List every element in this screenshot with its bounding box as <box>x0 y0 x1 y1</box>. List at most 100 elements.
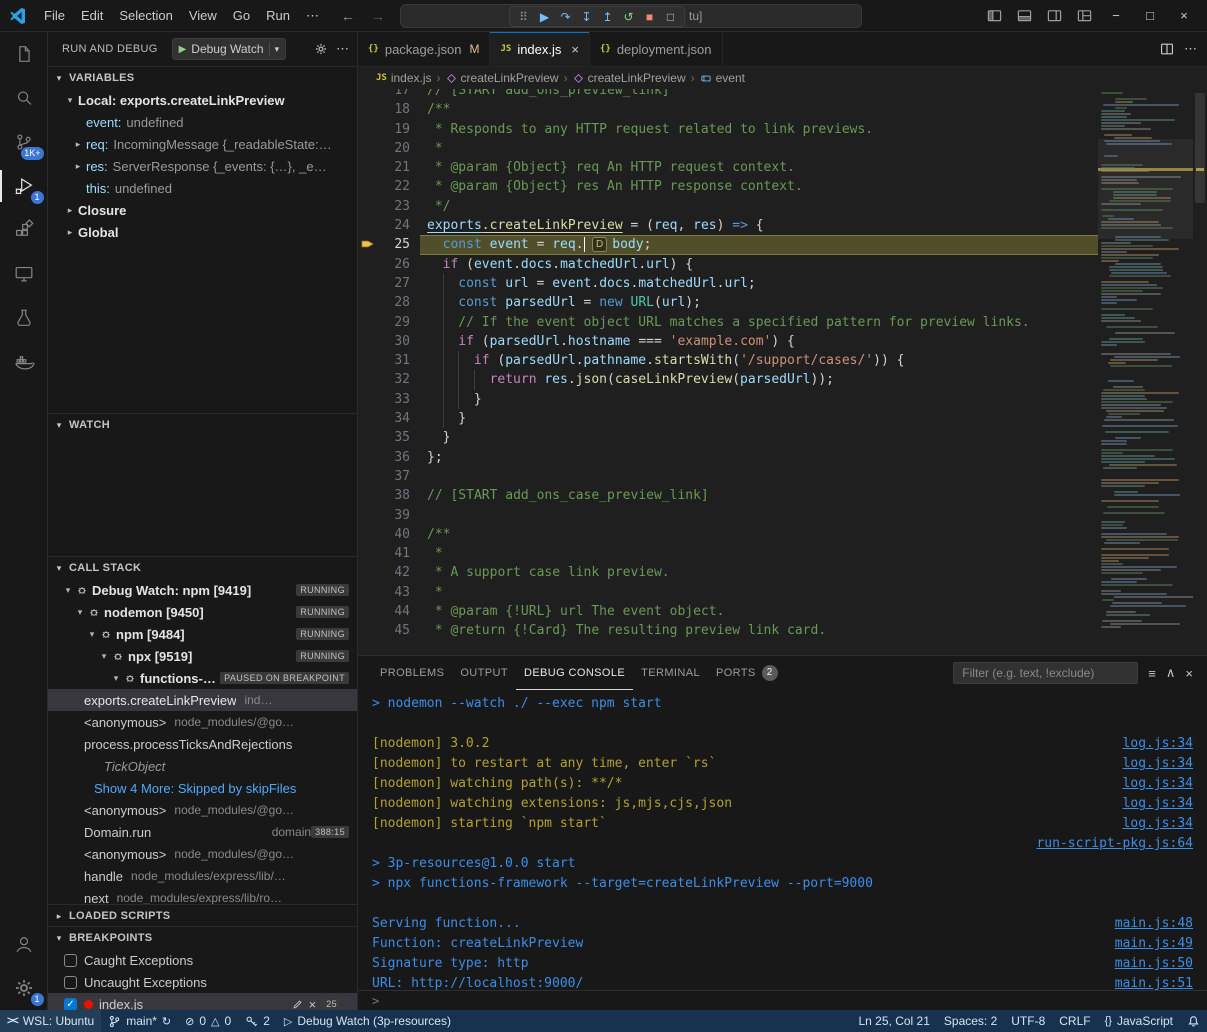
line-number[interactable]: 24 <box>358 216 420 235</box>
console-source-link[interactable]: log.js:34 <box>1123 754 1193 774</box>
activity-extensions[interactable] <box>0 208 48 252</box>
line-number[interactable]: 32 <box>358 370 420 389</box>
stack-frame-row[interactable]: TickObject <box>48 755 357 777</box>
menu-run[interactable]: Run <box>258 8 298 23</box>
console-output[interactable]: > nodemon --watch ./ --exec npm start [n… <box>358 690 1207 990</box>
line-number[interactable]: 27 <box>358 274 420 293</box>
variables-scope-row[interactable]: ▸Global <box>48 221 357 243</box>
stack-frame-row[interactable]: <anonymous>node_modules/@go… <box>48 843 357 865</box>
show-more-frames-link[interactable]: Show 4 More: Skipped by skipFiles <box>48 777 357 799</box>
line-number[interactable]: 18 <box>358 100 420 119</box>
stack-frame-row[interactable]: process.processTicksAndRejections <box>48 733 357 755</box>
code-line[interactable]: if (parsedUrl.pathname.startsWith('/supp… <box>420 351 1098 370</box>
line-number[interactable]: 26 <box>358 255 420 274</box>
maximize-button[interactable]: □ <box>1135 1 1165 31</box>
code-line[interactable]: * <box>420 583 1098 602</box>
panel-tab-terminal[interactable]: TERMINAL <box>633 656 708 690</box>
breadcrumb-item[interactable]: createLinkPreview <box>446 71 559 85</box>
code-line[interactable]: if (parsedUrl.hostname === 'example.com'… <box>420 332 1098 351</box>
continue-icon[interactable]: ▶ <box>535 8 554 26</box>
editor-more-actions-icon[interactable]: ⋯ <box>1184 41 1197 57</box>
code-line[interactable]: const url = event.docs.matchedUrl.url; <box>420 274 1098 293</box>
line-number[interactable]: 36 <box>358 448 420 467</box>
breakpoint-checkbox[interactable]: ✓ <box>64 998 77 1011</box>
code-line[interactable]: } <box>420 409 1098 428</box>
remote-indicator[interactable]: ><WSL: Ubuntu <box>0 1010 101 1032</box>
stack-frame-row[interactable]: handlenode_modules/express/lib/… <box>48 865 357 887</box>
activity-explorer[interactable] <box>0 32 48 76</box>
code-line[interactable]: if (event.docs.matchedUrl.url) { <box>420 255 1098 274</box>
code-line[interactable]: const parsedUrl = new URL(url); <box>420 293 1098 312</box>
loaded-scripts-header[interactable]: ▸LOADED SCRIPTS <box>48 905 357 926</box>
console-source-link[interactable]: log.js:34 <box>1123 794 1193 814</box>
code-line[interactable]: // [START add_ons_case_preview_link] <box>420 486 1098 505</box>
panel-tab-ports[interactable]: PORTS2 <box>708 656 786 690</box>
line-number[interactable]: 29 <box>358 313 420 332</box>
stack-frame-row[interactable]: <anonymous>node_modules/@go… <box>48 711 357 733</box>
notifications[interactable] <box>1180 1010 1207 1032</box>
code-line[interactable]: * <box>420 139 1098 158</box>
ports-status[interactable]: 2 <box>238 1010 277 1032</box>
code-line[interactable]: /** <box>420 100 1098 119</box>
line-number[interactable]: 23 <box>358 197 420 216</box>
code-line[interactable] <box>420 467 1098 486</box>
line-number[interactable]: 33 <box>358 390 420 409</box>
line-number[interactable]: 22 <box>358 177 420 196</box>
close-button[interactable]: × <box>1169 1 1199 31</box>
scrollbar-thumb[interactable] <box>1195 93 1205 203</box>
code-line[interactable]: * @return {!Card} The resulting preview … <box>420 621 1098 640</box>
code-line[interactable]: } <box>420 390 1098 409</box>
activity-docker[interactable] <box>0 340 48 384</box>
line-number[interactable]: 45 <box>358 621 420 640</box>
breadcrumb-item[interactable]: createLinkPreview <box>573 71 686 85</box>
callstack-session-row[interactable]: ▾npm [9484]RUNNING <box>48 623 357 645</box>
console-source-link[interactable]: main.js:48 <box>1115 914 1193 934</box>
code-line[interactable]: }; <box>420 448 1098 467</box>
tab-index.js[interactable]: JSindex.js× <box>490 32 590 66</box>
more-actions-icon[interactable]: ⋯ <box>336 41 349 57</box>
console-filter-input[interactable] <box>953 662 1138 684</box>
stack-frame-row[interactable]: nextnode_modules/express/lib/ro… <box>48 887 357 904</box>
maximize-panel-icon[interactable]: ∧ <box>1166 665 1176 681</box>
code-line[interactable]: * @param {Object} res An HTTP response c… <box>420 177 1098 196</box>
stack-frame-row[interactable]: <anonymous>node_modules/@go… <box>48 799 357 821</box>
problems-status[interactable]: ⊘0△0 <box>178 1010 238 1032</box>
variables-header[interactable]: ▾VARIABLES <box>48 67 357 89</box>
code-line[interactable]: /** <box>420 525 1098 544</box>
tab-package.json[interactable]: {}package.jsonM <box>358 32 490 66</box>
code-line[interactable]: exports.createLinkPreview = (req, res) =… <box>420 216 1098 235</box>
branch-status[interactable]: main*↻ <box>101 1010 178 1032</box>
code-line[interactable]: */ <box>420 197 1098 216</box>
edit-breakpoint-icon[interactable] <box>292 999 303 1010</box>
step-out-icon[interactable]: ↥ <box>598 8 617 26</box>
minimap[interactable] <box>1098 89 1193 655</box>
cursor-position[interactable]: Ln 25, Col 21 <box>852 1010 937 1032</box>
line-number[interactable]: 34 <box>358 409 420 428</box>
step-over-icon[interactable]: ↷ <box>556 8 575 26</box>
panel-tab-debug-console[interactable]: DEBUG CONSOLE <box>516 656 633 690</box>
console-source-link[interactable]: main.js:49 <box>1115 934 1193 954</box>
activity-run-debug[interactable]: 1 <box>0 164 48 208</box>
minimize-button[interactable]: − <box>1101 1 1131 31</box>
callstack-session-row[interactable]: ▾nodemon [9450]RUNNING <box>48 601 357 623</box>
activity-account[interactable] <box>0 922 48 966</box>
callstack-session-row[interactable]: ▾npx [9519]RUNNING <box>48 645 357 667</box>
menu-go[interactable]: Go <box>225 8 258 23</box>
language-mode[interactable]: {}JavaScript <box>1098 1010 1180 1032</box>
panel-tab-output[interactable]: OUTPUT <box>452 656 516 690</box>
callstack-session-row[interactable]: ▾functions-fra…PAUSED ON BREAKPOINT <box>48 667 357 689</box>
activity-remote-explorer[interactable] <box>0 252 48 296</box>
line-number[interactable]: 31 <box>358 351 420 370</box>
editor-scrollbar[interactable] <box>1193 89 1207 655</box>
code-line[interactable]: // [START add_ons_preview_link] <box>420 89 1098 100</box>
breakpoint-checkbox[interactable] <box>64 954 77 967</box>
toggle-secondary-sidebar-icon[interactable] <box>1041 4 1067 28</box>
callstack-session-row[interactable]: ▾Debug Watch: npm [9419]RUNNING <box>48 579 357 601</box>
call-stack-header[interactable]: ▾CALL STACK <box>48 557 357 579</box>
line-number[interactable]: 43 <box>358 583 420 602</box>
chevron-down-icon[interactable]: ▾ <box>275 44 280 55</box>
code-editor[interactable]: 1718192021222324252627282930313233343536… <box>358 89 1207 655</box>
code-line[interactable] <box>420 506 1098 525</box>
menu-overflow[interactable]: ⋯ <box>298 8 327 24</box>
variable-row[interactable]: event:undefined <box>48 111 357 133</box>
